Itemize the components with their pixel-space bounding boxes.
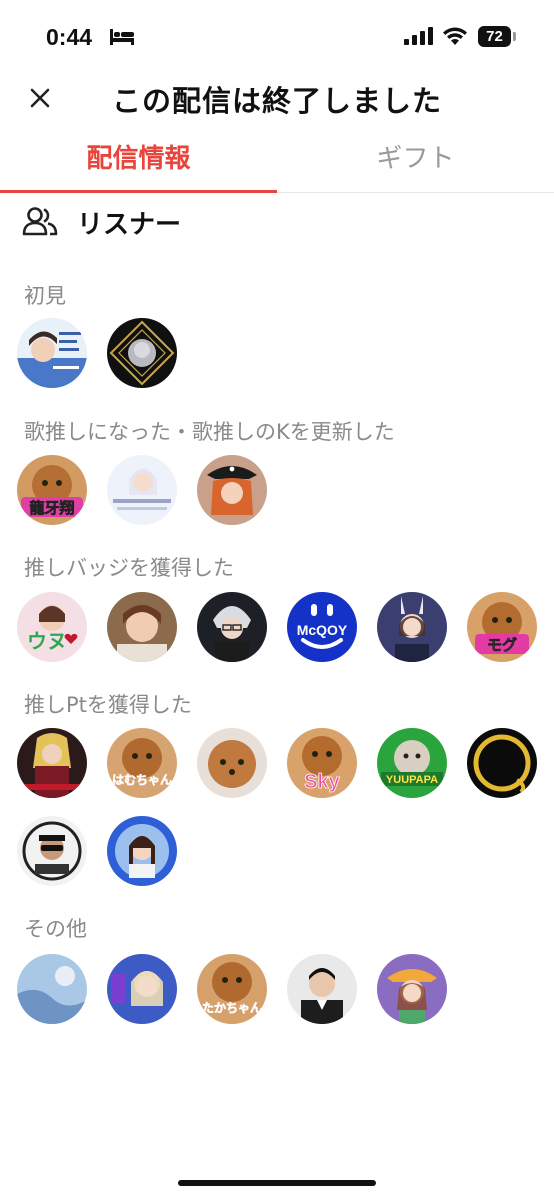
listener-avatar[interactable]: YUUPAPA (377, 728, 447, 798)
listener-avatar[interactable]: はむちゃん (107, 728, 177, 798)
listener-avatar[interactable]: McQOY (287, 592, 357, 662)
header: この配信は終了しました (0, 72, 554, 124)
status-time: 0:44 (46, 24, 93, 50)
avatar-label: はむちゃん (112, 773, 172, 787)
listener-heading: リスナー (77, 210, 182, 240)
listener-avatar[interactable] (107, 816, 177, 886)
listener-avatar[interactable] (107, 455, 177, 525)
avatar-label: McQOY (297, 622, 348, 638)
listener-avatar[interactable] (467, 728, 537, 798)
section-badge-label: 推しバッジを獲得した (24, 556, 234, 580)
tab-bar: 配信情報 ギフト (0, 130, 554, 193)
users-icon (22, 207, 58, 236)
battery-icon: 72 (478, 26, 516, 47)
listener-avatar[interactable] (107, 954, 177, 1024)
wifi-icon (443, 27, 467, 45)
tab-gift[interactable]: ギフト (277, 138, 554, 175)
listener-avatar[interactable] (197, 592, 267, 662)
section-other-label: その他 (24, 917, 87, 941)
cellular-signal-icon (404, 27, 433, 45)
listener-avatar[interactable]: ウヌ (17, 592, 87, 662)
listener-avatar[interactable] (17, 816, 87, 886)
listener-avatar[interactable] (197, 728, 267, 798)
listener-avatar[interactable]: たかちゃん (197, 954, 267, 1024)
page-title: この配信は終了しました (111, 84, 442, 118)
section-first-time-label: 初見 (24, 284, 66, 308)
avatar-label: YUUPAPA (386, 774, 438, 786)
battery-tip (513, 32, 516, 41)
listener-avatar[interactable] (107, 318, 177, 388)
section-song-fan-label: 歌推しになった・歌推しのKを更新した (24, 420, 395, 444)
avatar-label: Sky (304, 771, 340, 793)
listener-avatar[interactable] (107, 592, 177, 662)
listener-avatar[interactable]: モグ (467, 592, 537, 662)
tab-stream-info[interactable]: 配信情報 (0, 138, 277, 175)
active-tab-indicator (0, 190, 277, 193)
listener-avatar[interactable] (17, 318, 87, 388)
listener-avatar[interactable]: Sky (287, 728, 357, 798)
sleep-mode-icon (110, 29, 134, 45)
listener-avatar[interactable]: 龍牙翔 (17, 455, 87, 525)
listener-avatar[interactable] (377, 592, 447, 662)
listener-avatar[interactable] (287, 954, 357, 1024)
listener-avatar[interactable] (17, 728, 87, 798)
avatar-label: たかちゃん (202, 1001, 262, 1015)
home-indicator[interactable] (178, 1180, 376, 1186)
listener-avatar[interactable] (377, 954, 447, 1024)
listener-avatar[interactable] (197, 455, 267, 525)
battery-level: 72 (478, 26, 511, 47)
avatar-label: ウヌ (27, 629, 67, 653)
listener-avatar[interactable] (17, 954, 87, 1024)
status-bar: 0:44 72 (0, 0, 554, 72)
section-points-label: 推しPtを獲得した (24, 693, 192, 717)
avatar-label: モグ (487, 636, 517, 654)
close-icon[interactable] (26, 84, 54, 112)
avatar-label: 龍牙翔 (29, 499, 74, 517)
